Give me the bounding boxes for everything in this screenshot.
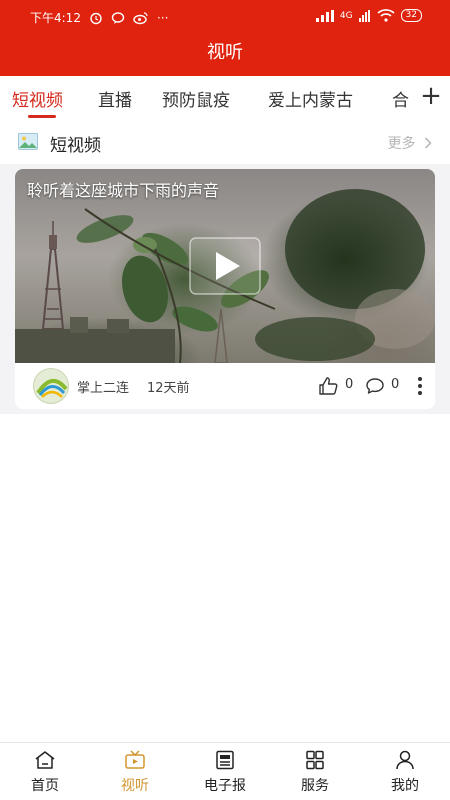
nav-services-label: 服务 xyxy=(301,778,329,794)
tab-plague-prevention[interactable]: 预防鼠疫 xyxy=(162,86,230,111)
home-icon xyxy=(35,751,55,769)
like-icon[interactable] xyxy=(318,376,338,396)
section-title: 短视频 xyxy=(50,136,101,156)
more-label: 更多 xyxy=(387,136,416,152)
signal-icon-2 xyxy=(358,9,370,22)
video-card[interactable]: 聆听着这座城市下雨的声音 掌上二连 12天前 0 0 xyxy=(15,169,435,409)
nav-e-newspaper-label: 电子报 xyxy=(204,778,246,794)
tab-partial[interactable]: 合 xyxy=(392,86,409,111)
status-more-icon: ··· xyxy=(156,10,169,25)
chat-icon xyxy=(111,11,125,24)
page-title: 视听 xyxy=(0,34,450,76)
content-area xyxy=(0,414,450,742)
video-card-footer: 掌上二连 12天前 0 0 xyxy=(15,363,435,409)
like-count: 0 xyxy=(345,377,354,392)
wifi-icon xyxy=(377,9,395,22)
active-tab-indicator xyxy=(28,115,56,118)
battery-indicator: 32 xyxy=(400,9,422,22)
channel-tabs: 短视频 直播 预防鼠疫 爱上内蒙古 合 + xyxy=(0,76,450,120)
user-icon xyxy=(396,750,414,770)
nav-home-label: 首页 xyxy=(31,778,59,794)
chevron-right-icon xyxy=(424,137,432,149)
more-options-icon[interactable] xyxy=(415,375,425,397)
status-bar: 下午4:12 ··· 4G 32 xyxy=(0,0,450,34)
play-icon[interactable] xyxy=(189,237,261,295)
video-title: 聆听着这座城市下雨的声音 xyxy=(27,181,220,200)
comment-count: 0 xyxy=(391,377,400,392)
section-header: 短视频 更多 xyxy=(0,120,450,164)
bottom-navigation: 首页 视听 电子报 服务 我的 xyxy=(0,742,450,800)
video-thumbnail[interactable]: 聆听着这座城市下雨的声音 xyxy=(15,169,435,363)
post-time: 12天前 xyxy=(147,381,190,396)
nav-e-newspaper[interactable]: 电子报 xyxy=(180,743,270,800)
nav-audiovisual-label: 视听 xyxy=(121,778,149,794)
nav-mine[interactable]: 我的 xyxy=(360,743,450,800)
tab-live[interactable]: 直播 xyxy=(98,86,132,111)
add-channel-button[interactable]: + xyxy=(412,76,450,120)
nav-mine-label: 我的 xyxy=(391,778,419,794)
tab-short-video[interactable]: 短视频 xyxy=(12,86,63,111)
weibo-icon xyxy=(133,11,148,24)
network-type: 4G xyxy=(339,10,353,21)
nav-audiovisual[interactable]: 视听 xyxy=(90,743,180,800)
grid-icon xyxy=(306,750,324,770)
more-link[interactable]: 更多 xyxy=(388,133,432,153)
author-name[interactable]: 掌上二连 xyxy=(77,377,129,396)
author-avatar[interactable] xyxy=(33,368,69,404)
tab-love-inner-mongolia[interactable]: 爱上内蒙古 xyxy=(268,86,353,111)
nav-services[interactable]: 服务 xyxy=(270,743,360,800)
image-icon xyxy=(18,133,38,150)
tv-icon xyxy=(125,750,145,769)
nav-home[interactable]: 首页 xyxy=(0,743,90,800)
alarm-icon xyxy=(90,12,102,24)
signal-icon xyxy=(315,9,334,22)
status-time: 下午4:12 xyxy=(30,11,81,25)
author-logo-icon xyxy=(36,379,68,398)
newspaper-icon xyxy=(216,750,234,770)
comment-icon[interactable] xyxy=(365,376,385,396)
